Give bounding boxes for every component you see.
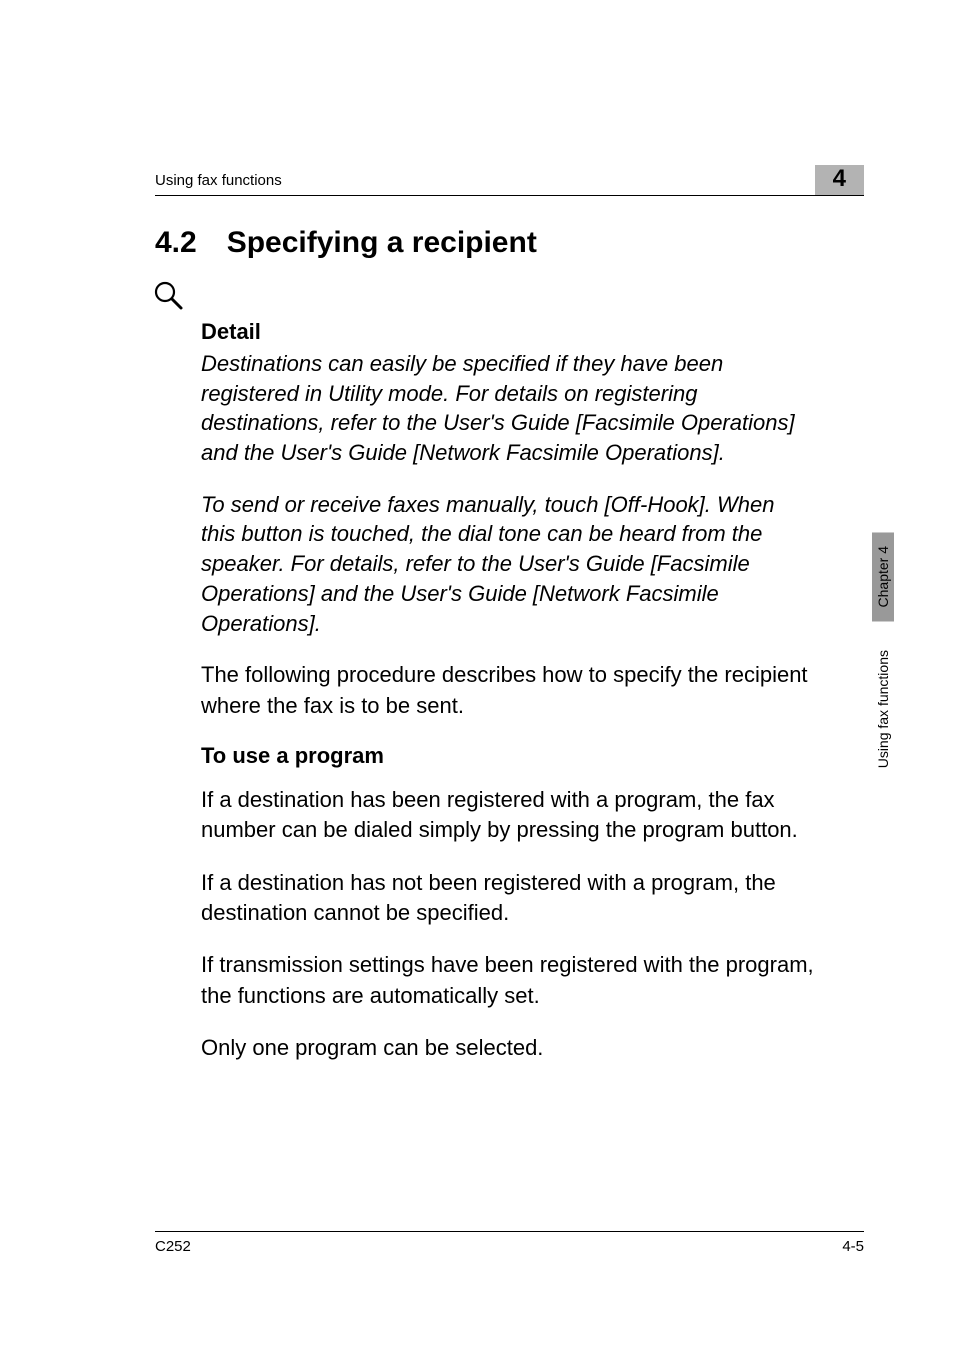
side-tab-chapter: Chapter 4 (872, 532, 894, 621)
section-number: 4.2 (155, 226, 197, 260)
detail-label: Detail (201, 319, 814, 345)
detail-paragraph-2: To send or receive faxes manually, touch… (201, 490, 814, 638)
section-title: Specifying a recipient (227, 226, 537, 259)
magnifier-icon (151, 278, 814, 317)
intro-paragraph: The following procedure describes how to… (201, 660, 814, 721)
footer-model: C252 (155, 1238, 191, 1255)
detail-paragraph-1: Destinations can easily be specified if … (201, 349, 814, 468)
page-header: Using fax functions 4 (155, 165, 864, 196)
subsection-p4: Only one program can be selected. (201, 1033, 814, 1063)
subsection-heading: To use a program (201, 743, 814, 769)
subsection-p1: If a destination has been registered wit… (201, 785, 814, 846)
footer-page-number: 4-5 (842, 1238, 864, 1255)
subsection-p2: If a destination has not been registered… (201, 868, 814, 929)
section-heading: 4.2 Specifying a recipient (155, 226, 814, 260)
chapter-number-badge: 4 (815, 165, 864, 195)
page-footer: C252 4-5 (155, 1231, 864, 1255)
side-label-section: Using fax functions (875, 650, 891, 768)
breadcrumb: Using fax functions (155, 172, 282, 189)
subsection-p3: If transmission settings have been regis… (201, 950, 814, 1011)
